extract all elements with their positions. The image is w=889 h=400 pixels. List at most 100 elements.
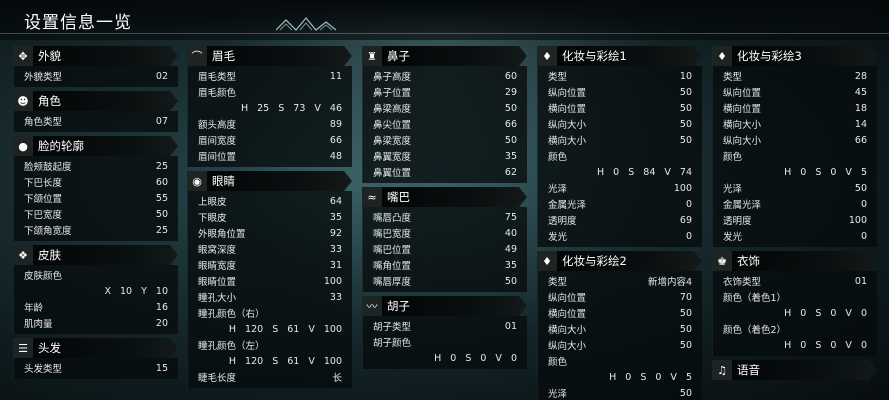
section-header[interactable]: 〰胡子 <box>362 296 527 316</box>
setting-value: 28 <box>854 70 867 82</box>
setting-row: 透明度 69 <box>548 212 692 228</box>
section-header[interactable]: ● 脸的轮廓 <box>13 136 178 156</box>
setting-row: 颜色 <box>548 148 692 164</box>
mountain-ornament-icon <box>276 17 336 31</box>
setting-row: 光泽 50 <box>548 385 692 400</box>
setting-value: 100 <box>848 214 867 226</box>
section: ✥ 外貌 外貌类型 02 <box>13 46 178 87</box>
section-title: 衣饰 <box>737 254 760 268</box>
section-header[interactable]: ♦ 化妆与彩绘3 <box>712 46 877 66</box>
setting-label: 下颌角宽度 <box>24 226 72 237</box>
setting-row: 纵向位置 70 <box>548 289 692 305</box>
setting-value: 35 <box>504 150 517 162</box>
setting-label: 脸颊鼓起度 <box>24 162 72 173</box>
section-header[interactable]: ⌒ 眉毛 <box>187 46 352 66</box>
setting-value: 40 <box>504 227 517 239</box>
setting-label: 胡子类型 <box>373 322 412 333</box>
section-title: 眉毛 <box>212 49 235 63</box>
setting-label: 皮肤颜色 <box>24 271 63 282</box>
section-body: 上眼皮 64 下眼皮 35 外眼角位置 92 眼窝深度 33 眼睛宽度 31 眼睛位置 100 瞳孔大小… <box>187 191 352 388</box>
section-header[interactable]: ♦ 化妆与彩绘1 <box>537 46 702 66</box>
setting-value: 11 <box>329 70 342 82</box>
setting-value: 50 <box>504 275 517 287</box>
section: ♜ 鼻子 鼻子高度 60 鼻子位置 29 鼻梁高度 50 鼻尖位置 66 鼻梁宽度 50 鼻翼宽度 35 鼻… <box>362 46 527 183</box>
section-header[interactable]: ◉ 眼睛 <box>187 171 352 191</box>
section-header[interactable]: ☰ 头发 <box>13 338 178 358</box>
title-divider <box>0 33 889 34</box>
eye-icon: ◉ <box>187 171 207 191</box>
section-body: 皮肤颜色 X 10 Y 10 年龄 16 肌肉量 20 <box>13 265 178 334</box>
setting-value: 60 <box>504 70 517 82</box>
setting-value: 35 <box>504 259 517 271</box>
setting-label: 眉毛颜色 <box>198 88 237 99</box>
setting-row: 下眼皮 35 <box>198 209 342 225</box>
section-title: 语音 <box>737 363 760 377</box>
setting-value: 66 <box>854 134 867 146</box>
setting-label: 肌肉量 <box>24 319 53 330</box>
setting-label: 眼睛位置 <box>198 277 237 288</box>
setting-label: 眉间位置 <box>198 152 237 163</box>
setting-label: 类型 <box>548 72 568 83</box>
setting-row: 鼻梁宽度 50 <box>373 132 517 148</box>
setting-label: 纵向大小 <box>723 136 762 147</box>
setting-value: 70 <box>679 291 692 303</box>
setting-value: 69 <box>679 214 692 226</box>
color-value-row: H 25 S 73 V 46 <box>240 102 342 114</box>
section-header[interactable]: ♚ 衣饰 <box>712 251 877 271</box>
setting-value: 01 <box>854 275 867 287</box>
setting-value: 33 <box>329 291 342 303</box>
setting-row: 嘴唇凸度 75 <box>373 209 517 225</box>
skin-icon: ❖ <box>13 245 33 265</box>
setting-label: 瞳孔颜色（右） <box>198 309 265 320</box>
setting-row: 年龄 16 <box>24 299 168 315</box>
setting-row: 发光 0 <box>723 228 867 244</box>
setting-label: 眼睛宽度 <box>198 261 237 272</box>
setting-value: 14 <box>854 118 867 130</box>
setting-row: 鼻尖位置 66 <box>373 116 517 132</box>
setting-label: 瞳孔颜色（左） <box>198 341 265 352</box>
section-title: 化妆与彩绘3 <box>737 49 802 63</box>
setting-label: 金属光泽 <box>723 200 762 211</box>
setting-value: 50 <box>679 118 692 130</box>
setting-row: 眉毛类型 11 <box>198 68 342 84</box>
section-body: 角色类型 07 <box>13 111 178 132</box>
setting-row: 鼻子位置 29 <box>373 84 517 100</box>
setting-label: 下巴宽度 <box>24 210 63 221</box>
setting-value: 31 <box>329 259 342 271</box>
section-header[interactable]: ❖ 皮肤 <box>13 245 178 265</box>
setting-value: 50 <box>504 134 517 146</box>
setting-value: 49 <box>504 243 517 255</box>
setting-row: 瞳孔颜色（左） <box>198 337 342 353</box>
setting-value: 15 <box>155 362 168 374</box>
color-value-row: H 0 S 0 V 0 <box>434 352 517 364</box>
section-header[interactable]: ✥ 外貌 <box>13 46 178 66</box>
setting-row: 横向位置 50 <box>548 305 692 321</box>
setting-value: 100 <box>673 182 692 194</box>
section-body: 类型 10 纵向位置 50 横向位置 50 纵向大小 50 横向大小 50 颜色 H 0 S 84 V… <box>537 66 702 247</box>
setting-value: 33 <box>329 243 342 255</box>
setting-row: 鼻翼位置 62 <box>373 164 517 180</box>
color-value-row: X 10 Y 10 <box>104 285 168 297</box>
setting-row: 脸颊鼓起度 25 <box>24 158 168 174</box>
section-header[interactable]: ≈ 嘴巴 <box>362 187 527 207</box>
setting-label: 瞳孔大小 <box>198 293 237 304</box>
section-body: 胡子类型 01 胡子颜色 H 0 S 0 V 0 <box>362 316 527 369</box>
setting-value: 50 <box>679 134 692 146</box>
section-header[interactable]: ♦ 化妆与彩绘2 <box>537 251 702 271</box>
setting-label: 颜色 <box>548 357 568 368</box>
setting-label: 光泽 <box>548 389 568 400</box>
section-header[interactable]: ♜ 鼻子 <box>362 46 527 66</box>
setting-row: 颜色（着色1） <box>723 289 867 305</box>
section-header[interactable]: ♫ 语音 <box>712 360 877 380</box>
setting-label: 睫毛长度 <box>198 373 237 384</box>
setting-label: 下眼皮 <box>198 213 227 224</box>
setting-label: 横向大小 <box>723 120 762 131</box>
setting-row: 颜色 <box>548 353 692 369</box>
setting-label: 透明度 <box>548 216 577 227</box>
section-header[interactable]: ☻ 角色 <box>13 91 178 111</box>
setting-row: 眼窝深度 33 <box>198 241 342 257</box>
setting-row: 眼睛位置 100 <box>198 273 342 289</box>
setting-row: 额头高度 89 <box>198 116 342 132</box>
section: ♦ 化妆与彩绘1 类型 10 纵向位置 50 横向位置 50 纵向大小 50 横向大小 50 颜色 H 0… <box>537 46 702 247</box>
section-body: 鼻子高度 60 鼻子位置 29 鼻梁高度 50 鼻尖位置 66 鼻梁宽度 50 鼻翼宽度 35 鼻翼位置… <box>362 66 527 183</box>
